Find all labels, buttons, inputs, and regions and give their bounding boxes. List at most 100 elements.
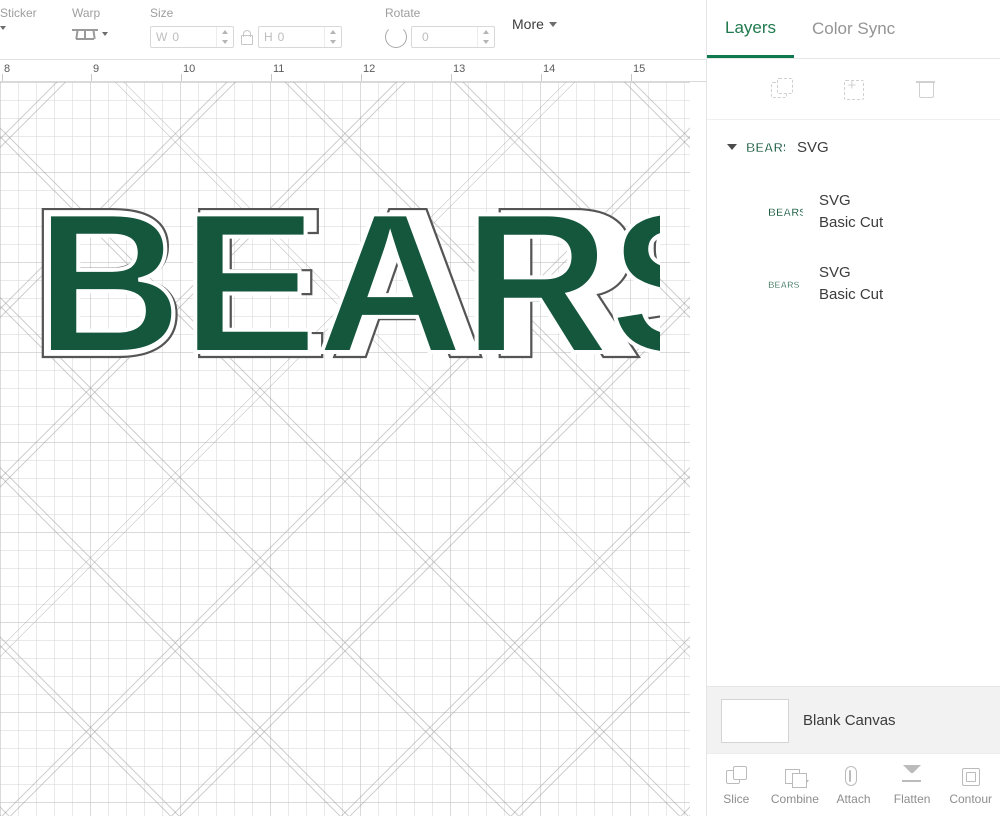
combine-icon [783, 764, 809, 788]
layer-thumbnail: BEARS [763, 204, 807, 220]
chevron-down-icon[interactable] [102, 32, 108, 36]
panel-tabs: Layers Color Sync [707, 0, 1000, 59]
warp-icon [72, 26, 98, 42]
ruler-tick: 8 [4, 63, 11, 75]
ruler-mark [181, 74, 182, 81]
chevron-down-icon[interactable] [548, 21, 557, 27]
stepper-up-icon[interactable] [483, 30, 489, 34]
ruler-tick: 10 [183, 63, 196, 75]
panel-footer: Slice Combine Attach Flatten Contour [707, 753, 1000, 816]
chevron-down-icon[interactable] [721, 144, 743, 150]
stepper-down-icon[interactable] [483, 40, 489, 44]
layer-child-subtitle: Basic Cut [819, 214, 884, 231]
layer-child-title: SVG [819, 192, 851, 210]
stepper-down-icon[interactable] [330, 40, 336, 44]
app-root: Sticker Warp Size W 0 H 0 Rotate 0 More … [0, 0, 1000, 816]
layer-list: BEARS SVG BEARS SVG Basic Cut [707, 118, 1000, 686]
attach-button[interactable]: Attach [824, 764, 883, 806]
trash-icon[interactable] [915, 78, 937, 100]
top-toolbar: Sticker Warp Size W 0 H 0 Rotate 0 More [0, 0, 706, 60]
stepper-up-icon[interactable] [222, 30, 228, 34]
toolbar-group-rotate: Rotate 0 [385, 6, 495, 48]
blank-canvas-row[interactable]: Blank Canvas [707, 686, 1000, 754]
add-icon[interactable] [843, 77, 865, 100]
layer-group-row[interactable]: BEARS SVG [707, 118, 1000, 176]
horizontal-ruler: 8 9 10 11 12 13 14 15 [0, 60, 706, 82]
tab-color-sync[interactable]: Color Sync [794, 0, 913, 58]
ruler-mark [631, 74, 632, 81]
slice-label: Slice [723, 792, 750, 806]
toolbar-group-sticker: Sticker [0, 6, 37, 30]
flatten-label: Flatten [893, 792, 931, 806]
ruler-tick: 14 [543, 63, 556, 75]
slice-icon [724, 764, 748, 788]
ruler-mark [271, 74, 272, 81]
layer-title: SVG [797, 138, 829, 156]
height-input[interactable]: H 0 [258, 26, 342, 48]
canvas-row-label: Blank Canvas [803, 712, 896, 729]
size-controls: W 0 H 0 [150, 26, 342, 48]
warp-control[interactable] [72, 26, 108, 42]
layer-child-row[interactable]: BEARS SVG Basic Cut [707, 248, 1000, 320]
width-value: 0 [172, 30, 180, 44]
stepper-down-icon[interactable] [222, 40, 228, 44]
ruler-tick: 15 [633, 63, 646, 75]
more-menu[interactable]: More [512, 16, 557, 32]
flatten-button[interactable]: Flatten [883, 764, 942, 806]
ruler-mark [361, 74, 362, 81]
height-stepper[interactable] [324, 27, 341, 47]
chevron-down-icon[interactable] [0, 26, 6, 30]
combine-label: Combine [770, 792, 819, 806]
contour-button[interactable]: Contour [941, 764, 1000, 806]
ruler-tick: 11 [273, 63, 285, 75]
combine-button[interactable]: Combine [766, 764, 825, 806]
svg-text:BEARS: BEARS [768, 280, 800, 290]
toolbar-group-warp: Warp [72, 6, 108, 42]
chevron-down-icon[interactable] [802, 780, 809, 784]
layer-child-row[interactable]: BEARS SVG Basic Cut [707, 176, 1000, 248]
toolbar-group-size: Size W 0 H 0 [150, 6, 342, 48]
svg-text:BEARS: BEARS [746, 140, 785, 155]
layer-child-title: SVG [819, 264, 851, 282]
rotate-stepper[interactable] [477, 27, 494, 47]
layer-action-bar [707, 59, 1000, 120]
artwork-fill: BEARS [35, 172, 660, 395]
ruler-mark [541, 74, 542, 81]
height-key: H [264, 30, 273, 44]
ruler-tick: 12 [363, 63, 376, 75]
tab-layers[interactable]: Layers [707, 0, 795, 58]
attach-icon [841, 764, 865, 788]
lock-icon[interactable] [238, 28, 254, 46]
duplicate-icon[interactable] [770, 78, 793, 100]
layer-thumbnail: BEARS [763, 276, 807, 292]
width-key: W [156, 30, 168, 44]
rotate-controls: 0 [385, 26, 495, 48]
rotate-label: Rotate [385, 6, 421, 20]
ruler-mark [91, 74, 92, 81]
ruler-mark [451, 74, 452, 81]
ruler-tick: 13 [453, 63, 466, 75]
rotate-icon[interactable] [385, 26, 407, 48]
canvas-color-swatch[interactable] [721, 698, 789, 743]
contour-icon [959, 764, 983, 788]
rotate-input[interactable]: 0 [411, 26, 495, 48]
right-panel: Layers Color Sync BEARS SVG [706, 0, 1000, 816]
sticker-label: Sticker [0, 6, 37, 20]
ruler-tick: 9 [93, 63, 100, 75]
svg-text:BEARS: BEARS [768, 207, 803, 219]
slice-button[interactable]: Slice [707, 764, 766, 806]
design-canvas[interactable]: BEARS BEARS [0, 82, 706, 816]
size-label: Size [150, 6, 174, 20]
height-value: 0 [277, 30, 285, 44]
layer-thumbnail: BEARS [743, 138, 787, 156]
width-input[interactable]: W 0 [150, 26, 234, 48]
rotate-value: 0 [422, 30, 429, 44]
more-label: More [512, 16, 544, 32]
width-stepper[interactable] [216, 27, 233, 47]
artwork-bears[interactable]: BEARS BEARS [20, 172, 660, 402]
layer-child-subtitle: Basic Cut [819, 286, 884, 303]
sticker-control[interactable] [0, 26, 37, 30]
contour-label: Contour [949, 792, 993, 806]
stepper-up-icon[interactable] [330, 30, 336, 34]
flatten-icon [900, 764, 924, 788]
